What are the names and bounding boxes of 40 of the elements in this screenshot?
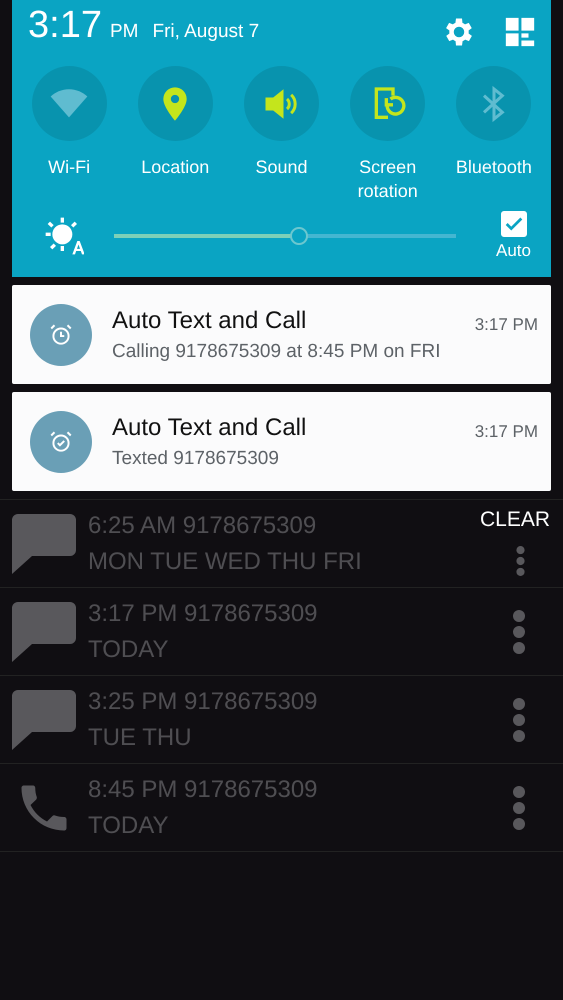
schedule-time-number: 8:45 PM 9178675309 xyxy=(88,774,318,804)
notification-title: Auto Text and Call xyxy=(112,414,308,442)
notification-card[interactable]: Auto Text and Call Texted 9178675309 3:17 PM xyxy=(12,392,551,491)
more-options-icon[interactable] xyxy=(513,610,525,654)
schedule-days: TODAY xyxy=(88,632,168,668)
schedule-time-number: 3:17 PM 9178675309 xyxy=(88,598,318,628)
message-bubble-icon xyxy=(12,690,76,750)
slider-thumb[interactable] xyxy=(290,227,308,245)
edit-tiles-icon[interactable] xyxy=(503,15,537,49)
alarm-check-icon xyxy=(48,428,74,454)
toggle-label: Bluetooth xyxy=(454,156,533,179)
schedule-days: TUE THU xyxy=(88,720,192,756)
clock-ampm: PM xyxy=(110,21,138,43)
schedule-days: TODAY xyxy=(88,808,168,844)
schedule-time-number: 6:25 AM 9178675309 xyxy=(88,510,316,540)
toggle-label: Screen rotation xyxy=(356,156,419,203)
schedule-days: MON TUE WED THU FRI xyxy=(88,544,362,580)
notification-time: 3:17 PM xyxy=(474,422,538,442)
clear-button[interactable]: CLEAR xyxy=(480,508,550,532)
message-bubble-icon xyxy=(12,602,76,662)
toggle-label: Sound xyxy=(254,156,309,179)
schedule-time-number: 3:25 PM 9178675309 xyxy=(88,686,318,716)
toggle-label: Wi-Fi xyxy=(47,156,92,179)
notification-title: Auto Text and Call xyxy=(112,306,308,334)
more-options-icon[interactable] xyxy=(516,546,525,576)
auto-brightness-icon[interactable] xyxy=(44,216,84,256)
brightness-slider[interactable] xyxy=(114,227,456,245)
notification-time: 3:17 PM xyxy=(474,315,538,335)
notification-text: Texted 9178675309 xyxy=(112,448,280,470)
alarm-clock-icon xyxy=(48,322,74,348)
more-options-icon[interactable] xyxy=(513,698,525,742)
auto-checkbox[interactable] xyxy=(500,211,526,237)
message-bubble-icon xyxy=(12,514,76,574)
date-text: Fri, August 7 xyxy=(152,21,260,43)
auto-label: Auto xyxy=(496,241,531,261)
notification-text: Calling 9178675309 at 8:45 PM on FRI xyxy=(112,340,442,362)
notification-card[interactable]: Auto Text and Call Calling 9178675309 at 8:45 PM on FRI 3:17 PM xyxy=(12,285,551,384)
toggle-label: Location xyxy=(140,156,210,179)
more-options-icon[interactable] xyxy=(513,786,525,830)
clock-time: 3:17 xyxy=(28,4,102,47)
